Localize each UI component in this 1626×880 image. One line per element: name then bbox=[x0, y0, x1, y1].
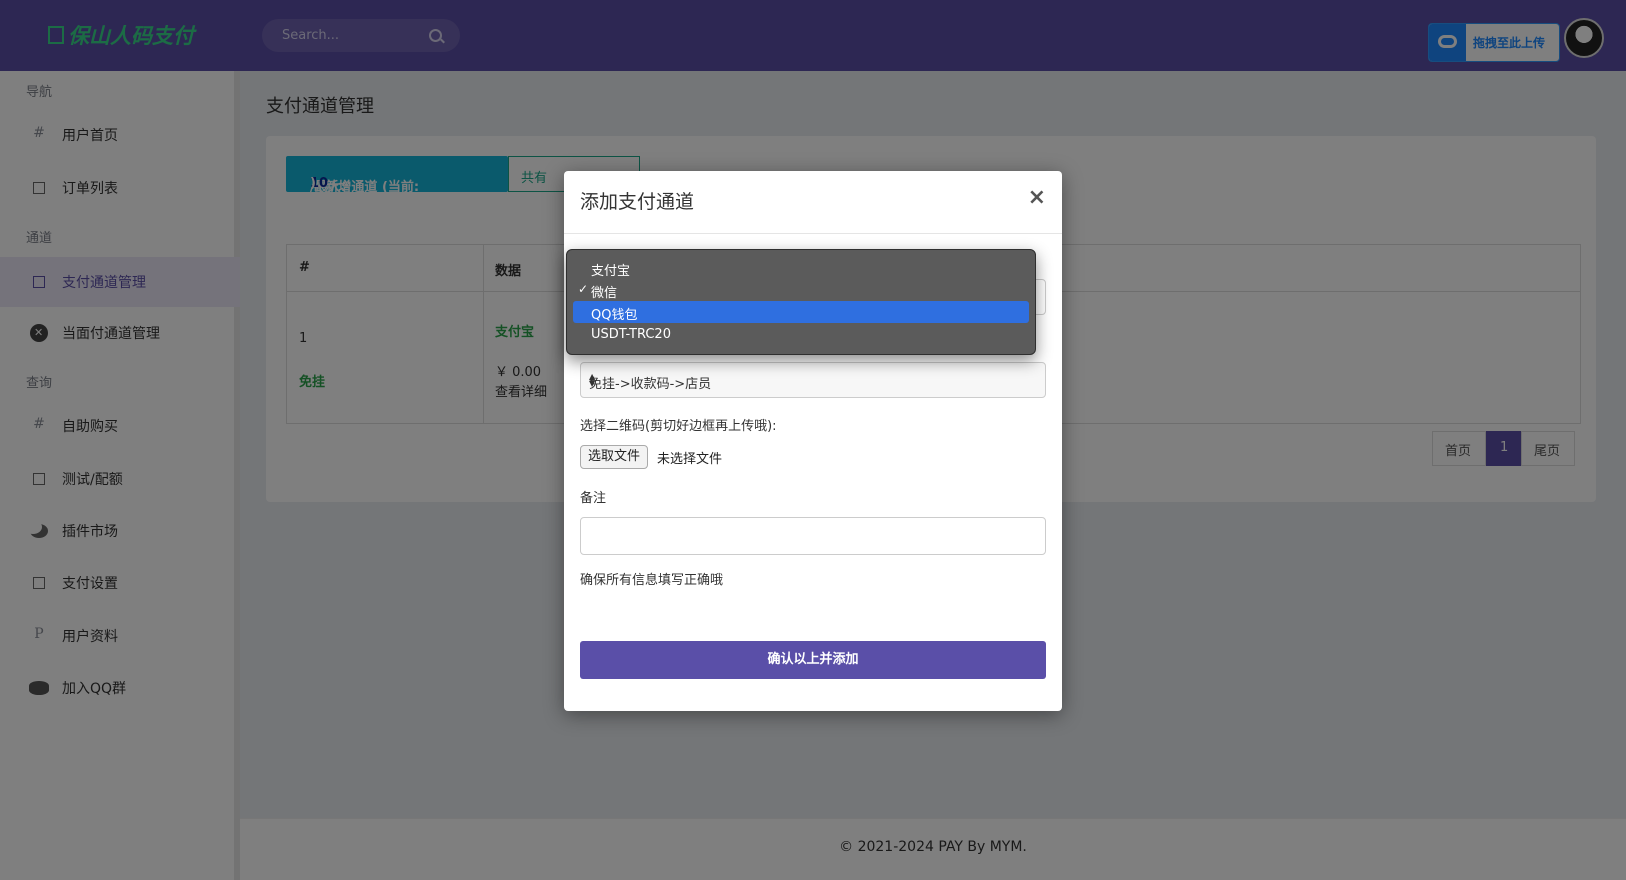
checkmark-icon: ✓ bbox=[578, 282, 589, 296]
option-label: 支付宝 bbox=[591, 264, 631, 279]
option-label: 微信 bbox=[591, 286, 618, 301]
app-window: 保山人码支付 Search... 拖拽至此上传 导航 # 用户首页 订单列表 通… bbox=[0, 0, 1626, 880]
remark-input[interactable] bbox=[580, 517, 1046, 555]
mode-select[interactable]: 免挂->收款码->店员 ▲ ▼ bbox=[580, 362, 1046, 398]
choose-file-button[interactable]: 选取文件 bbox=[580, 445, 649, 469]
option-label: USDT-TRC20 bbox=[591, 327, 671, 342]
option-label: QQ钱包 bbox=[591, 308, 638, 323]
qr-label: 选择二维码(剪切好边框再上传哦): bbox=[580, 419, 777, 434]
option-alipay[interactable]: 支付宝 bbox=[573, 257, 1029, 279]
select-arrows-icon: ▲▼ bbox=[589, 372, 596, 388]
option-qq-wallet[interactable]: QQ钱包 bbox=[573, 301, 1029, 323]
channel-type-dropdown: 支付宝 ✓ 微信 QQ钱包 USDT-TRC20 bbox=[566, 249, 1036, 355]
option-usdt-trc20[interactable]: USDT-TRC20 bbox=[573, 324, 1029, 346]
submit-button[interactable]: 确认以上并添加 bbox=[580, 641, 1046, 679]
option-wechat[interactable]: ✓ 微信 bbox=[573, 279, 1029, 301]
notice-text: 确保所有信息填写正确哦 bbox=[580, 573, 724, 588]
file-status: 未选择文件 bbox=[657, 452, 723, 467]
modal-title: 添加支付通道 bbox=[580, 191, 695, 213]
close-icon[interactable]: × bbox=[1028, 185, 1046, 210]
remark-label: 备注 bbox=[580, 491, 607, 506]
modal-divider bbox=[564, 233, 1062, 234]
